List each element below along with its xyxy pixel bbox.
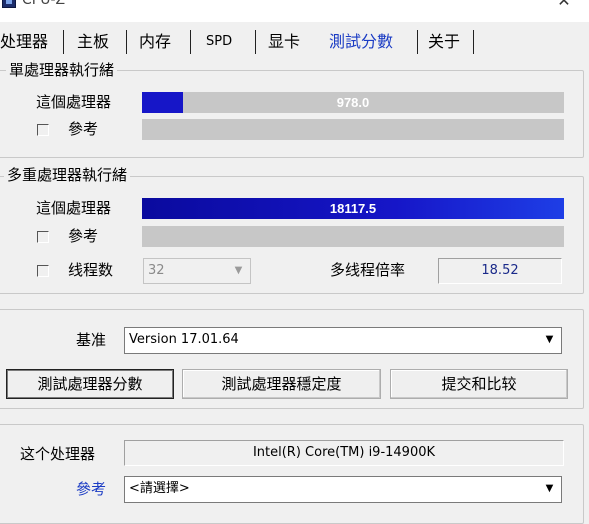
tab-about[interactable]: 关于 xyxy=(428,30,460,54)
threads-combobox[interactable]: 32 ▼ xyxy=(143,258,251,284)
chevron-down-icon[interactable]: ▼ xyxy=(230,262,247,280)
window-title: CPU-Z xyxy=(22,0,66,8)
single-this-cpu-bar: 978.0 xyxy=(142,92,564,113)
tab-bench[interactable]: 測試分數 xyxy=(329,30,393,54)
threads-checkbox[interactable] xyxy=(37,265,49,277)
threads-label: 线程数 xyxy=(68,261,114,279)
multi-reference-checkbox[interactable] xyxy=(37,231,49,243)
tab-separator xyxy=(255,30,256,54)
benchmark-label: 基准 xyxy=(76,331,107,349)
compare-this-cpu-label: 这个处理器 xyxy=(20,445,96,463)
close-icon[interactable]: ✕ xyxy=(552,0,576,12)
benchmark-version-select[interactable]: Version 17.01.64 ▼ xyxy=(124,327,562,354)
tab-separator xyxy=(190,30,191,54)
submit-compare-button[interactable]: 提交和比较 xyxy=(390,369,568,399)
compare-this-cpu-name: Intel(R) Core(TM) i9-14900K xyxy=(124,440,564,466)
single-reference-checkbox[interactable] xyxy=(37,124,49,136)
threads-value: 32 xyxy=(148,263,165,278)
multi-this-cpu-score: 18117.5 xyxy=(329,201,377,216)
tab-graphics[interactable]: 显卡 xyxy=(268,30,300,54)
mt-ratio-value: 18.52 xyxy=(438,258,562,284)
multi-thread-title: 多重處理器執行緒 xyxy=(4,166,131,184)
tab-separator xyxy=(63,30,64,54)
bench-cpu-button[interactable]: 測試處理器分數 xyxy=(6,369,174,399)
tab-separator xyxy=(473,30,474,54)
title-bar: CPU-Z ✕ xyxy=(0,0,589,22)
benchmark-version-value: Version 17.01.64 xyxy=(129,332,239,347)
tab-spd[interactable]: SPD xyxy=(206,30,232,54)
single-thread-title: 單處理器執行緒 xyxy=(6,61,118,79)
reference-cpu-value: <請選擇> xyxy=(129,481,190,496)
cpuz-chip-icon xyxy=(2,0,16,8)
tab-separator xyxy=(126,30,127,54)
single-reference-bar xyxy=(142,119,564,140)
multi-reference-label: 參考 xyxy=(68,227,99,245)
chevron-down-icon[interactable]: ▼ xyxy=(541,480,558,498)
mt-ratio-label: 多线程倍率 xyxy=(330,261,406,279)
single-this-cpu-label: 這個處理器 xyxy=(36,93,112,111)
single-this-cpu-score: 978.0 xyxy=(336,95,370,110)
tab-bar: 处理器 主板 内存 SPD 显卡 測試分數 关于 xyxy=(0,26,589,58)
stress-cpu-button[interactable]: 測試處理器穩定度 xyxy=(182,369,381,399)
compare-group xyxy=(0,424,584,524)
chevron-down-icon[interactable]: ▼ xyxy=(541,331,558,349)
tab-separator xyxy=(417,30,418,54)
tab-mainboard[interactable]: 主板 xyxy=(77,30,109,54)
compare-reference-label: 參考 xyxy=(76,480,107,498)
multi-reference-bar xyxy=(142,226,564,247)
single-reference-label: 參考 xyxy=(68,120,99,138)
multi-this-cpu-bar: 18117.5 xyxy=(142,198,564,219)
reference-cpu-select[interactable]: <請選擇> ▼ xyxy=(124,476,562,503)
multi-this-cpu-label: 這個處理器 xyxy=(36,199,112,217)
tab-cpu[interactable]: 处理器 xyxy=(0,30,48,54)
tab-memory[interactable]: 内存 xyxy=(139,30,171,54)
single-thread-group xyxy=(0,70,584,158)
